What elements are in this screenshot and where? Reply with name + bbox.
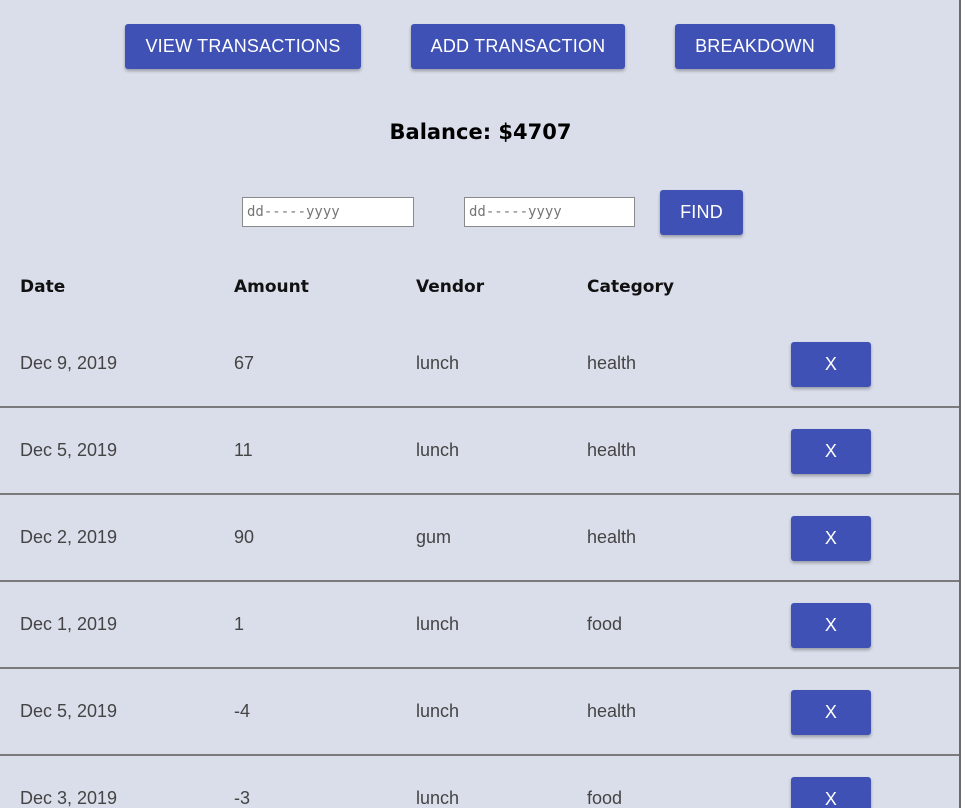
delete-button[interactable]: X <box>791 516 871 561</box>
date-to-input[interactable] <box>464 197 635 227</box>
row-date: Dec 1, 2019 <box>20 614 118 634</box>
header-vendor: Vendor <box>416 277 485 297</box>
row-category: food <box>587 788 623 808</box>
delete-button[interactable]: X <box>791 690 871 735</box>
row-amount: -3 <box>234 788 251 808</box>
table-row: Dec 2, 2019 90 gum health X <box>0 495 959 582</box>
row-date: Dec 2, 2019 <box>20 527 118 547</box>
row-category: food <box>587 614 623 634</box>
row-date: Dec 5, 2019 <box>20 701 118 721</box>
table-row: Dec 3, 2019 -3 lunch food X <box>0 756 959 808</box>
row-amount: 1 <box>234 614 245 634</box>
table-row: Dec 5, 2019 11 lunch health X <box>0 408 959 495</box>
date-from-input[interactable] <box>242 197 414 227</box>
balance-display: Balance: $4707 <box>389 120 572 144</box>
delete-button[interactable]: X <box>791 342 871 387</box>
add-transaction-button[interactable]: ADD TRANSACTION <box>411 24 625 69</box>
row-vendor: lunch <box>416 614 460 634</box>
header-amount: Amount <box>234 277 309 297</box>
delete-button[interactable]: X <box>791 777 871 808</box>
find-button[interactable]: FIND <box>660 190 743 235</box>
row-vendor: lunch <box>416 440 460 460</box>
breakdown-button[interactable]: BREAKDOWN <box>675 24 835 69</box>
row-date: Dec 9, 2019 <box>20 353 118 373</box>
delete-button[interactable]: X <box>791 429 871 474</box>
row-date: Dec 3, 2019 <box>20 788 118 808</box>
table-row: Dec 9, 2019 67 lunch health X <box>0 321 959 408</box>
view-transactions-button[interactable]: VIEW TRANSACTIONS <box>125 24 361 69</box>
row-category: health <box>587 353 637 373</box>
row-category: health <box>587 440 637 460</box>
table-row: Dec 1, 2019 1 lunch food X <box>0 582 959 669</box>
row-vendor: gum <box>416 527 452 547</box>
row-category: health <box>587 527 637 547</box>
row-vendor: lunch <box>416 353 460 373</box>
header-category: Category <box>587 277 674 297</box>
row-date: Dec 5, 2019 <box>20 440 118 460</box>
row-category: health <box>587 701 637 721</box>
row-amount: 67 <box>234 353 255 373</box>
delete-button[interactable]: X <box>791 603 871 648</box>
header-date: Date <box>20 277 66 297</box>
row-amount: 11 <box>234 440 253 460</box>
row-vendor: lunch <box>416 701 460 721</box>
table-row: Dec 5, 2019 -4 lunch health X <box>0 669 959 756</box>
row-vendor: lunch <box>416 788 460 808</box>
row-amount: -4 <box>234 701 251 721</box>
row-amount: 90 <box>234 527 255 547</box>
